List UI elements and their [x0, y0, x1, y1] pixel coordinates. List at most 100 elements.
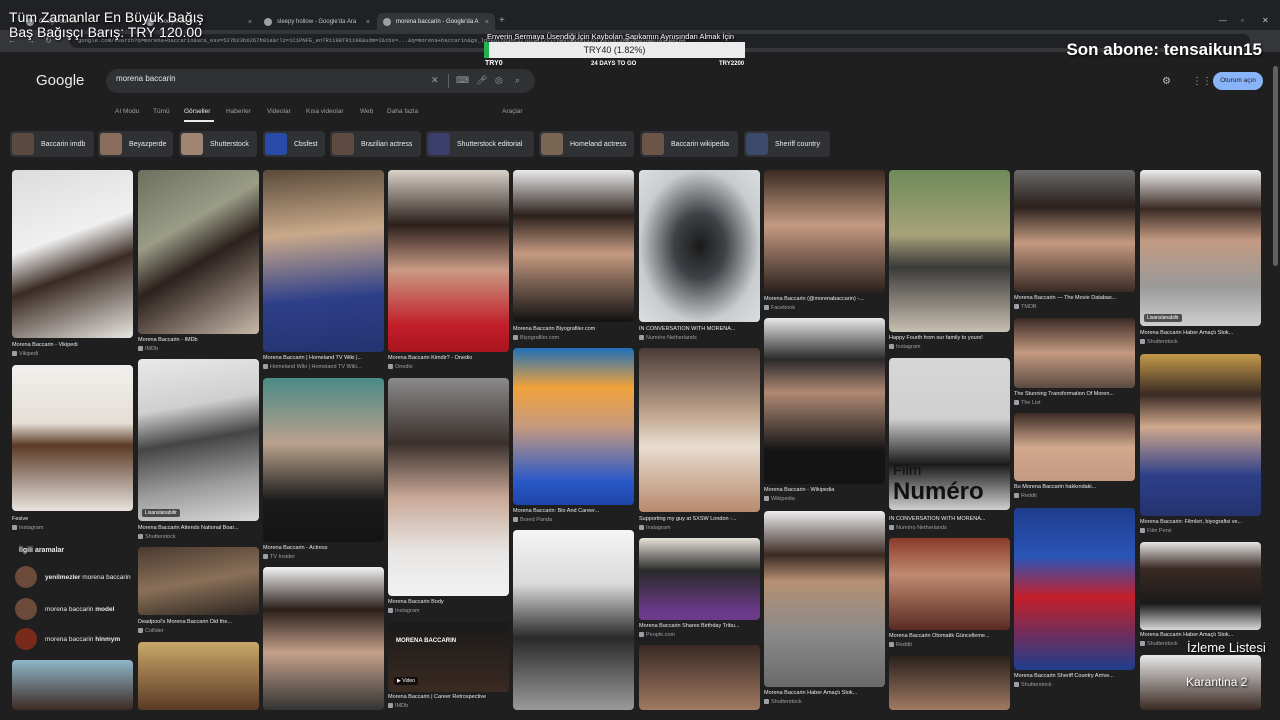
result-image[interactable]: [513, 348, 634, 505]
chip-homeland-actress[interactable]: Homeland actress: [539, 131, 634, 157]
result-caption[interactable]: Morena Baccarin Sheriff Country Arrive..…: [1014, 673, 1134, 679]
tab-ai-mode[interactable]: AI Modu: [115, 108, 139, 115]
result-image[interactable]: [764, 511, 885, 687]
result-source[interactable]: Vikipedi: [12, 351, 132, 357]
chip-shutterstock[interactable]: Shutterstock: [179, 131, 257, 157]
tab-images[interactable]: Görseller: [184, 108, 210, 115]
chip-baccarin-imdb[interactable]: Baccarin imdb: [10, 131, 94, 157]
result-source[interactable]: Shutterstock: [1140, 339, 1260, 345]
result-source[interactable]: Instagram: [12, 525, 132, 531]
browser-tab[interactable]: sleepy hollow - Google'da Ara ×: [258, 13, 376, 31]
tools-button[interactable]: Araçlar: [502, 108, 523, 115]
result-image[interactable]: [12, 365, 133, 511]
result-caption[interactable]: Morena Baccarin Haber Amaçlı Stok...: [1140, 632, 1260, 638]
tab-all[interactable]: Tümü: [153, 108, 170, 115]
related-search-item[interactable]: morena baccarin model: [12, 596, 132, 622]
scrollbar[interactable]: [1273, 66, 1278, 266]
tab-web[interactable]: Web: [360, 108, 373, 115]
close-tab-icon[interactable]: ×: [366, 19, 370, 26]
result-image[interactable]: [1014, 318, 1135, 388]
result-source[interactable]: TMDB: [1014, 304, 1134, 310]
result-caption[interactable]: Fesive: [12, 516, 132, 522]
result-image[interactable]: MORENA BACCARIN ▶ Video: [388, 622, 509, 692]
keyboard-icon[interactable]: ⌨: [456, 75, 469, 86]
close-tab-icon[interactable]: ×: [248, 19, 252, 26]
result-image[interactable]: [12, 170, 133, 338]
result-source[interactable]: Shutterstock: [1014, 682, 1134, 688]
search-icon[interactable]: ⌕: [515, 75, 520, 86]
browser-tab-active[interactable]: morena baccarin - Google'da A ×: [377, 13, 495, 31]
result-image[interactable]: [138, 547, 259, 615]
result-source[interactable]: Onedio: [388, 364, 508, 370]
result-source[interactable]: Instagram: [388, 608, 508, 614]
result-source[interactable]: TV Insider: [263, 554, 383, 560]
result-image[interactable]: [764, 318, 885, 484]
result-source[interactable]: Instagram: [889, 344, 1009, 350]
related-search-item[interactable]: morena baccarin hinmym: [12, 626, 132, 652]
result-image[interactable]: [1014, 508, 1135, 670]
result-caption[interactable]: The Stunning Transformation Of Moren...: [1014, 391, 1134, 397]
result-caption[interactable]: Morena Baccarin | Homeland TV Wiki |...: [263, 355, 383, 361]
result-image[interactable]: [889, 170, 1010, 332]
result-image[interactable]: [639, 645, 760, 710]
result-caption[interactable]: IN CONVERSATION WITH MORENA...: [889, 516, 1009, 522]
result-source[interactable]: The List: [1014, 400, 1134, 406]
chip-beyazperde[interactable]: Beyazperde: [98, 131, 173, 157]
result-image[interactable]: [889, 538, 1010, 630]
result-caption[interactable]: IN CONVERSATION WITH MORENA...: [639, 326, 759, 332]
result-caption[interactable]: Morena Baccarin | Career Retrospective: [388, 694, 508, 700]
maximize-icon[interactable]: ▫: [1241, 16, 1244, 25]
close-tab-icon[interactable]: ×: [485, 19, 489, 26]
result-caption[interactable]: Morena Baccarin: Filmleri, biyografisi v…: [1140, 519, 1260, 525]
result-image[interactable]: [889, 656, 1010, 710]
result-source[interactable]: Wikipedia: [764, 496, 884, 502]
result-image[interactable]: [138, 170, 259, 334]
result-source[interactable]: Reddit: [889, 642, 1009, 648]
search-input[interactable]: [116, 74, 416, 83]
result-source[interactable]: Shutterstock: [764, 699, 884, 705]
lens-icon[interactable]: ◎: [495, 75, 503, 86]
sign-in-button[interactable]: Oturum açın: [1213, 72, 1263, 90]
result-caption[interactable]: Morena Baccarin Haber Amaçlı Stok...: [764, 690, 884, 696]
new-tab-button[interactable]: +: [499, 15, 505, 26]
result-image[interactable]: [639, 348, 760, 512]
close-window-icon[interactable]: ✕: [1262, 16, 1269, 25]
result-caption[interactable]: Supporting my guy at SXSW London -...: [639, 516, 759, 522]
result-caption[interactable]: Morena Baccarin Haber Amaçlı Stok...: [1140, 330, 1260, 336]
result-caption[interactable]: Morena Baccarin - Actress: [263, 545, 383, 551]
result-caption[interactable]: Morena Baccarin - Wikipedia: [764, 487, 884, 493]
result-caption[interactable]: Morena Baccarin Shares Birthday Tribu...: [639, 623, 759, 629]
result-source[interactable]: Facebook: [764, 305, 884, 311]
result-source[interactable]: IMDb: [138, 346, 258, 352]
result-caption[interactable]: Bu Morena Baccarin hakkındaki...: [1014, 484, 1134, 490]
result-image[interactable]: [263, 378, 384, 542]
settings-icon[interactable]: ⚙: [1162, 76, 1171, 87]
result-image[interactable]: [1140, 542, 1261, 630]
result-caption[interactable]: Morena Baccarin Otomatik Güncelleme...: [889, 633, 1009, 639]
result-image[interactable]: [639, 538, 760, 620]
chip-sheriff-country[interactable]: Sheriff country: [744, 131, 830, 157]
result-caption[interactable]: Happy Fourth from our family to yours!: [889, 335, 1009, 341]
result-image[interactable]: [138, 359, 259, 521]
tab-short-videos[interactable]: Kısa videolar: [306, 108, 344, 115]
result-image[interactable]: [1140, 354, 1261, 516]
result-image[interactable]: [513, 530, 634, 710]
result-image[interactable]: [1014, 413, 1135, 481]
result-caption[interactable]: Morena Baccarin (@morenabaccarin) -...: [764, 296, 884, 302]
search-box[interactable]: ✕ ⌨ 🎤︎ ◎ ⌕: [106, 69, 535, 93]
result-image[interactable]: Film Numéro: [889, 358, 1010, 510]
apps-icon[interactable]: ⋮⋮: [1192, 76, 1212, 87]
result-caption[interactable]: Morena Baccarin - Vikipedi: [12, 342, 132, 348]
result-source[interactable]: People.com: [639, 632, 759, 638]
chip-baccarin-wikipedia[interactable]: Baccarin wikipedia: [640, 131, 738, 157]
result-caption[interactable]: Morena Baccarin Biyografiler.com: [513, 326, 633, 332]
result-image[interactable]: [1140, 170, 1261, 326]
chip-cbsfest[interactable]: Cbsfest: [263, 131, 325, 157]
result-image[interactable]: [388, 378, 509, 596]
result-caption[interactable]: Morena Baccarin Kimdir? - Onedio: [388, 355, 508, 361]
result-source[interactable]: Reddit: [1014, 493, 1134, 499]
result-source[interactable]: Film Persi: [1140, 528, 1260, 534]
result-image[interactable]: [1014, 170, 1135, 292]
result-source[interactable]: Homeland Wiki | Homeland TV Wiki...: [263, 364, 383, 370]
result-image[interactable]: [388, 170, 509, 352]
